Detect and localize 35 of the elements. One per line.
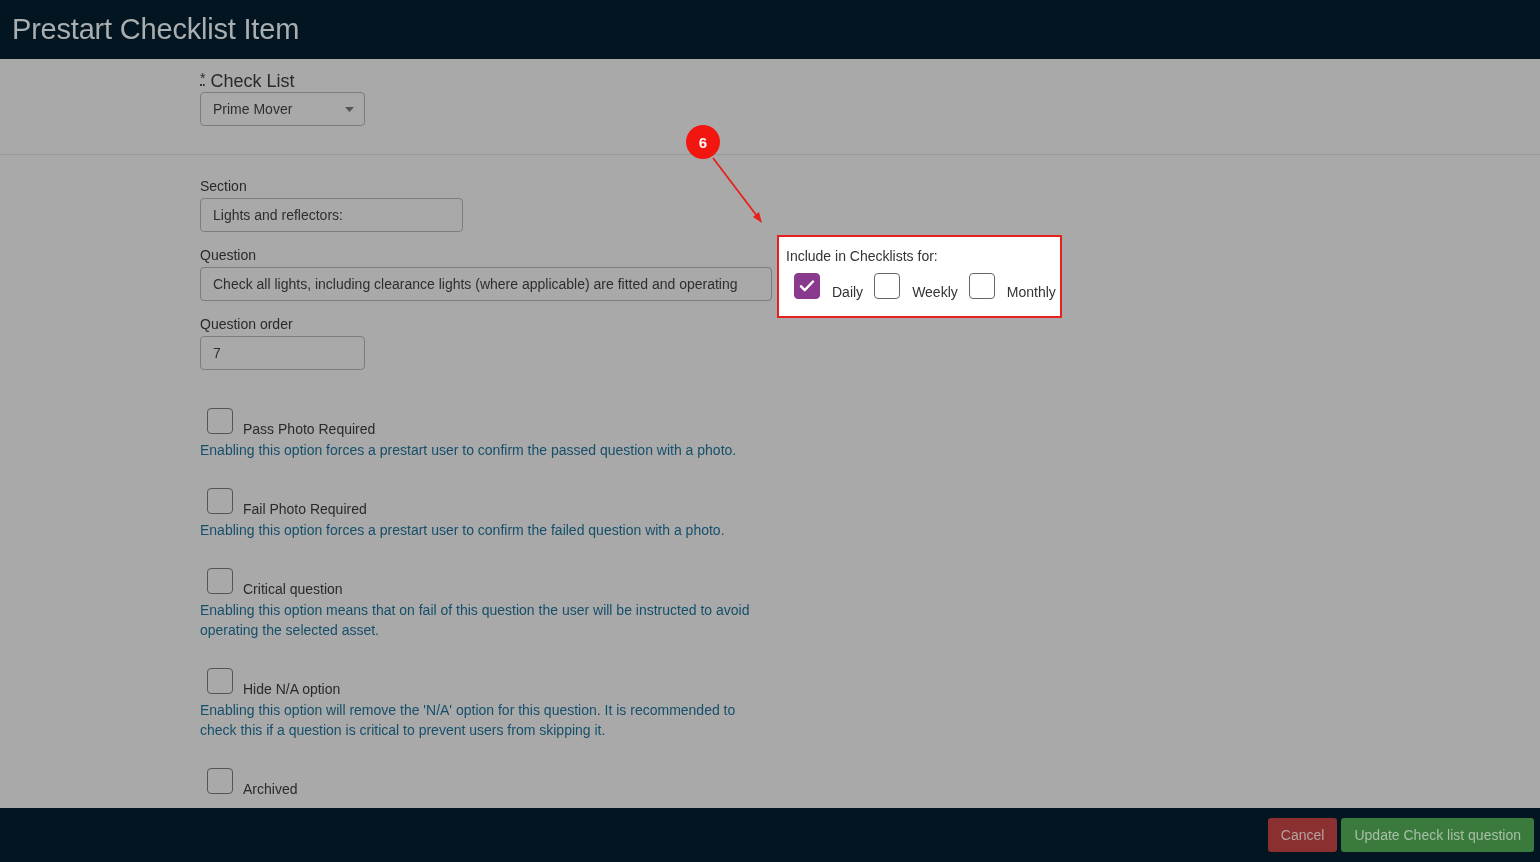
pointer-arrow [712,157,764,224]
option-label: Pass Photo Required [243,421,376,437]
required-mark: * [200,71,206,86]
caret-icon [345,106,354,112]
cancel-button[interactable]: Cancel [1267,818,1338,852]
help-text: Enabling this option will remove the 'N/A' option for this question. It is recommended to check this if a question is critical to prevent users from skipping it. [200,701,737,740]
checkbox[interactable] [968,273,995,299]
checkbox[interactable] [207,408,233,434]
page-title: Prestart Checklist Item [12,13,300,46]
text-field[interactable]: 7 [200,336,365,370]
checkbox[interactable] [207,488,233,514]
field-label: Check List [210,71,295,91]
field-label: Question [200,247,257,263]
option-label: Archived [243,781,298,797]
checkbox-label: Monthly [1006,284,1056,300]
checkbox[interactable] [794,273,820,299]
checkbox[interactable] [207,568,233,594]
group-label: Include in Checklists for: [786,248,939,264]
option-label: Hide N/A option [243,681,341,697]
text-field[interactable]: Lights and reflectors: [200,198,463,232]
checkbox-label: Weekly [912,284,958,300]
option-label: Fail Photo Required [243,501,367,517]
checklist-dropdown[interactable]: Prime Mover [200,92,365,126]
checkbox[interactable] [207,668,233,694]
field-label: Question order [200,316,293,332]
checkbox[interactable] [207,768,233,794]
checkbox[interactable] [874,273,901,299]
option-label: Critical question [243,581,343,597]
checkbox-label: Daily [832,284,864,300]
help-text: Enabling this option forces a prestart user to confirm the passed question with a photo. [200,441,737,460]
text-field[interactable]: Check all lights, including clearance lights (where applicable) are fitted and operating [200,267,772,301]
help-text: Enabling this option forces a prestart user to confirm the failed question with a photo. [200,521,725,540]
step-badge: 6 [686,125,720,159]
help-text: Enabling this option means that on fail of this question the user will be instructed to avoid operating the selected asset. [200,601,751,640]
field-label: Section [200,178,247,194]
